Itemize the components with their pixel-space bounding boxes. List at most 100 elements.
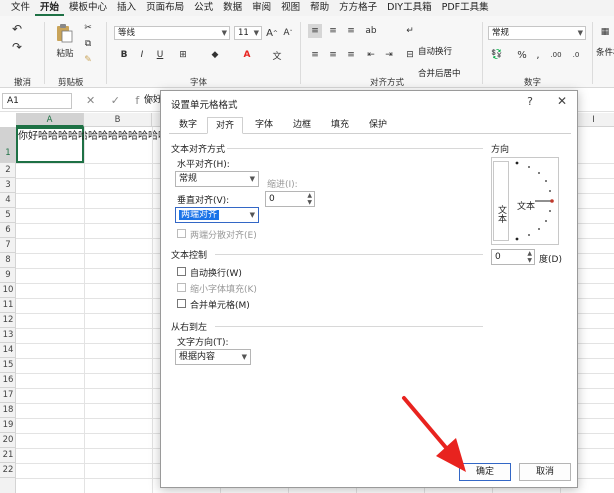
- increase-decimal-icon[interactable]: .00: [548, 48, 564, 62]
- merge-center-icon[interactable]: ⊟: [404, 48, 416, 62]
- menu-item-8[interactable]: 视图: [276, 0, 305, 16]
- conditional-format-button[interactable]: 条件格: [596, 46, 614, 58]
- wrap-text-icon[interactable]: ↵: [404, 24, 416, 38]
- row-header-4[interactable]: 4: [0, 193, 16, 208]
- row-header-7[interactable]: 7: [0, 238, 16, 253]
- percent-icon[interactable]: %: [516, 48, 528, 62]
- rtl-section: 从右到左: [171, 323, 208, 333]
- column-header-A[interactable]: A: [16, 113, 84, 127]
- undo-group-label: 撤消: [14, 78, 32, 88]
- justify-distributed-checkbox[interactable]: [177, 229, 186, 238]
- align-left-icon[interactable]: ≡: [308, 48, 322, 62]
- undo-icon[interactable]: ↶: [10, 22, 24, 36]
- row-header-8[interactable]: 8: [0, 253, 16, 268]
- row-header-6[interactable]: 6: [0, 223, 16, 238]
- horizontal-align-select[interactable]: 常规 ▼: [175, 171, 259, 187]
- text-direction-select[interactable]: 根据内容 ▼: [175, 349, 251, 365]
- bold-button[interactable]: B: [118, 48, 130, 62]
- ok-button[interactable]: 确定: [459, 463, 511, 481]
- vertical-text-button[interactable]: 文本: [493, 161, 509, 241]
- cut-icon[interactable]: ✂: [82, 22, 94, 34]
- wrap-text-button[interactable]: 自动换行: [418, 45, 452, 57]
- comma-icon[interactable]: ,: [532, 48, 544, 62]
- align-right-icon[interactable]: ≡: [344, 48, 358, 62]
- shrink-to-fit-checkbox[interactable]: [177, 283, 186, 292]
- tab-alignment[interactable]: 对齐: [207, 117, 243, 134]
- help-icon[interactable]: ?: [527, 95, 533, 108]
- row-header-17[interactable]: 17: [0, 388, 16, 403]
- close-icon[interactable]: ✕: [557, 94, 567, 108]
- menu-item-11[interactable]: DIY工具箱: [382, 0, 436, 16]
- merge-cells-checkbox[interactable]: [177, 299, 186, 308]
- decrease-font-icon[interactable]: Aˇ: [282, 26, 294, 40]
- currency-icon[interactable]: 💱: [490, 48, 504, 62]
- row-header-18[interactable]: 18: [0, 403, 16, 418]
- align-center-icon[interactable]: ≡: [326, 48, 340, 62]
- number-format-select[interactable]: 常规 ▼: [488, 26, 586, 40]
- phonetic-icon[interactable]: 文: [270, 48, 284, 62]
- spinner-arrows-icon[interactable]: ▲ ▼: [307, 192, 312, 206]
- increase-font-icon[interactable]: A ^: [266, 26, 278, 40]
- row-header-5[interactable]: 5: [0, 208, 16, 223]
- menu-item-10[interactable]: 方方格子: [334, 0, 382, 16]
- tab-protection[interactable]: 保护: [363, 117, 393, 134]
- font-color-icon[interactable]: A: [240, 48, 254, 62]
- tab-number[interactable]: 数字: [173, 117, 203, 134]
- menu-item-4[interactable]: 页面布局: [141, 0, 189, 16]
- conditional-format-icon[interactable]: ▦: [598, 22, 612, 42]
- menu-item-7[interactable]: 审阅: [247, 0, 276, 16]
- indent-spinner[interactable]: 0 ▲ ▼: [265, 191, 315, 207]
- indent-decrease-icon[interactable]: ⇤: [364, 48, 378, 62]
- underline-button[interactable]: U: [154, 48, 166, 62]
- indent-increase-icon[interactable]: ⇥: [382, 48, 396, 62]
- align-top-icon[interactable]: ≡: [308, 24, 322, 38]
- row-header-3[interactable]: 3: [0, 178, 16, 193]
- copy-icon[interactable]: ⧉: [82, 38, 94, 50]
- row-header-22[interactable]: 22: [0, 463, 16, 478]
- row-header-9[interactable]: 9: [0, 268, 16, 283]
- row-header-21[interactable]: 21: [0, 448, 16, 463]
- decrease-decimal-icon[interactable]: .0: [568, 48, 584, 62]
- tab-fill[interactable]: 填充: [325, 117, 355, 134]
- row-header-12[interactable]: 12: [0, 313, 16, 328]
- row-header-2[interactable]: 2: [0, 163, 16, 178]
- align-bottom-icon[interactable]: ≡: [344, 24, 358, 38]
- redo-icon[interactable]: ↷: [10, 40, 24, 54]
- cancel-button[interactable]: 取消: [519, 463, 571, 481]
- menu-item-3[interactable]: 插入: [112, 0, 141, 16]
- row-header-14[interactable]: 14: [0, 343, 16, 358]
- menu-item-2[interactable]: 模板中心: [64, 0, 112, 16]
- fill-color-icon[interactable]: ◆: [208, 48, 222, 62]
- row-header-15[interactable]: 15: [0, 358, 16, 373]
- row-header-13[interactable]: 13: [0, 328, 16, 343]
- font-name-select[interactable]: 等线 ▼: [114, 26, 230, 40]
- row-header-1[interactable]: 1: [0, 127, 16, 163]
- degree-spinner[interactable]: 0 ▲ ▼: [491, 249, 535, 265]
- row-header-20[interactable]: 20: [0, 433, 16, 448]
- menu-item-6[interactable]: 数据: [218, 0, 247, 16]
- tab-border[interactable]: 边框: [287, 117, 317, 134]
- italic-button[interactable]: I: [136, 48, 148, 62]
- font-size-select[interactable]: 11 ▼: [234, 26, 262, 40]
- menu-item-9[interactable]: 帮助: [305, 0, 334, 16]
- spinner-arrows-icon[interactable]: ▲ ▼: [527, 250, 532, 264]
- menu-item-1[interactable]: 开始: [35, 0, 65, 16]
- row-header-19[interactable]: 19: [0, 418, 16, 433]
- menu-item-12[interactable]: PDF工具集: [437, 0, 494, 16]
- menu-item-0[interactable]: 文件: [6, 0, 35, 16]
- row-header-16[interactable]: 16: [0, 373, 16, 388]
- merge-center-button[interactable]: 合并后居中: [418, 67, 461, 79]
- menu-item-5[interactable]: 公式: [189, 0, 218, 16]
- align-middle-icon[interactable]: ≡: [326, 24, 340, 38]
- paste-icon[interactable]: [54, 22, 74, 44]
- tab-font[interactable]: 字体: [249, 117, 279, 134]
- border-icon[interactable]: ⊞: [176, 48, 190, 62]
- format-painter-icon[interactable]: ✎: [82, 54, 94, 66]
- row-header-11[interactable]: 11: [0, 298, 16, 313]
- wrap-text-checkbox[interactable]: [177, 267, 186, 276]
- orientation-icon[interactable]: ab: [364, 24, 378, 38]
- row-header-10[interactable]: 10: [0, 283, 16, 298]
- name-box[interactable]: A1: [2, 93, 72, 109]
- vertical-align-select[interactable]: 两端对齐 ▼: [175, 207, 259, 223]
- column-header-B[interactable]: B: [84, 113, 152, 127]
